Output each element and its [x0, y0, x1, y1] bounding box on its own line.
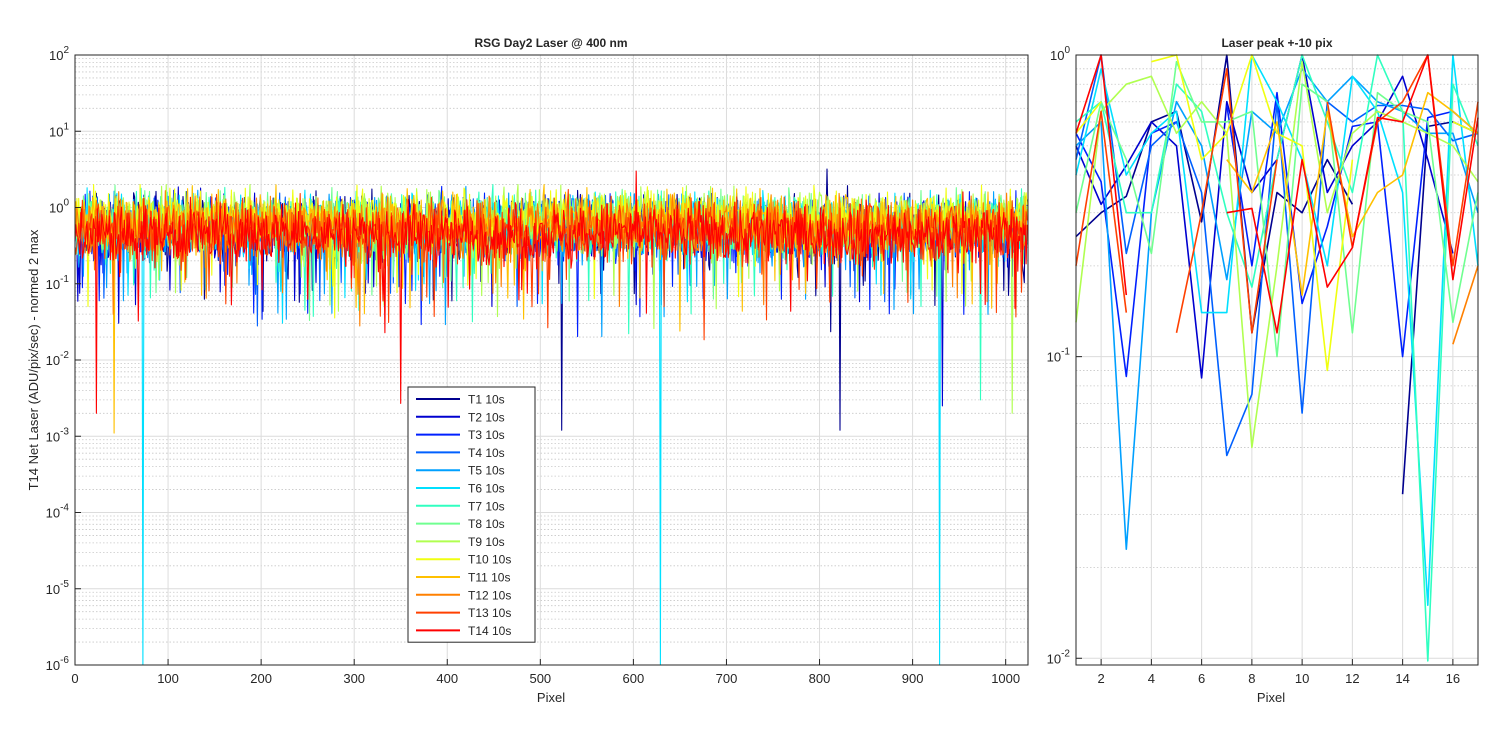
legend-label: T9 10s: [468, 535, 505, 549]
legend-label: T3 10s: [468, 428, 505, 442]
figure-svg: 10-610-510-410-310-210-11001011020 100 200…: [0, 0, 1500, 750]
x-tick-label: 800: [809, 671, 831, 686]
x-tick-label: 6: [1198, 671, 1205, 686]
x-tick-label: 1000: [991, 671, 1020, 686]
y-tick-exponent: -5: [60, 579, 69, 590]
right-x-axis-label: Pixel: [1257, 690, 1285, 705]
left-chart: 10-610-510-410-310-210-11001011020 100 200…: [26, 36, 1029, 705]
x-tick-label: 900: [902, 671, 924, 686]
x-tick-label: 600: [623, 671, 645, 686]
y-tick-exponent: -1: [60, 274, 69, 285]
legend-box: [407, 386, 536, 643]
x-tick-label: 4: [1148, 671, 1155, 686]
y-tick-exponent: -2: [60, 350, 69, 361]
x-tick-label: 0: [71, 671, 78, 686]
y-tick-base: 10: [49, 48, 63, 63]
legend-label: T14 10s: [468, 624, 511, 638]
y-tick-base: 10: [1050, 48, 1064, 63]
y-tick-exponent: -6: [60, 655, 69, 666]
y-tick-exponent: -4: [60, 503, 69, 514]
y-tick-base: 10: [1047, 651, 1061, 666]
y-tick-exponent: -2: [1061, 648, 1070, 659]
y-tick-base: 10: [46, 277, 60, 292]
x-tick-label: 8: [1248, 671, 1255, 686]
x-tick-label: 700: [716, 671, 738, 686]
y-tick-base: 10: [46, 582, 60, 597]
x-tick-label: 400: [436, 671, 458, 686]
legend-label: T12 10s: [468, 588, 511, 602]
legend-label: T10 10s: [468, 553, 511, 567]
y-tick-base: 10: [46, 429, 60, 444]
x-tick-label: 16: [1446, 671, 1460, 686]
legend-label: T8 10s: [468, 517, 505, 531]
right-chart: 10-210-11002 4 6 8 10 12 14 16 Laser peak +-10 …: [1047, 36, 1479, 705]
x-tick-label: 2: [1098, 671, 1105, 686]
y-tick-exponent: 0: [63, 198, 69, 209]
left-y-axis-label: T14 Net Laser (ADU/pix/sec) - normed 2 m…: [26, 229, 41, 490]
legend-label: T2 10s: [468, 410, 505, 424]
legend-label: T13 10s: [468, 606, 511, 620]
legend-label: T4 10s: [468, 446, 505, 460]
y-tick-base: 10: [49, 201, 63, 216]
x-tick-label: 500: [529, 671, 551, 686]
right-plot-area: [1076, 55, 1478, 665]
y-tick-exponent: -3: [60, 426, 69, 437]
y-tick-base: 10: [46, 658, 60, 673]
legend-label: T6 10s: [468, 482, 505, 496]
y-tick-base: 10: [46, 506, 60, 521]
left-chart-title: RSG Day2 Laser @ 400 nm: [474, 36, 627, 50]
x-tick-label: 10: [1295, 671, 1309, 686]
legend-label: T1 10s: [468, 393, 505, 407]
right-chart-title: Laser peak +-10 pix: [1221, 36, 1332, 50]
y-tick-base: 10: [1047, 350, 1061, 365]
x-tick-label: 14: [1395, 671, 1409, 686]
y-tick-exponent: 1: [63, 121, 69, 132]
figure-canvas: 10-6 10-5 10-4 10-3 10-2 10-1 100 101 102 0 100 200…: [0, 0, 1500, 750]
y-tick-exponent: -1: [1061, 347, 1070, 358]
x-tick-label: 12: [1345, 671, 1359, 686]
y-tick-exponent: 2: [63, 45, 69, 56]
x-tick-label: 300: [343, 671, 365, 686]
x-tick-label: 200: [250, 671, 272, 686]
legend-label: T7 10s: [468, 499, 505, 513]
legend-label: T11 10s: [468, 571, 510, 585]
y-tick-base: 10: [49, 124, 63, 139]
y-tick-exponent: 0: [1064, 45, 1070, 56]
legend: T1 10s T2 10s T3 10s T4 10s T5 10s T6 10s T7 1…: [407, 386, 536, 643]
legend-label: T5 10s: [468, 464, 505, 478]
y-tick-base: 10: [46, 353, 60, 368]
x-tick-label: 100: [157, 671, 179, 686]
left-x-axis-label: Pixel: [537, 690, 565, 705]
